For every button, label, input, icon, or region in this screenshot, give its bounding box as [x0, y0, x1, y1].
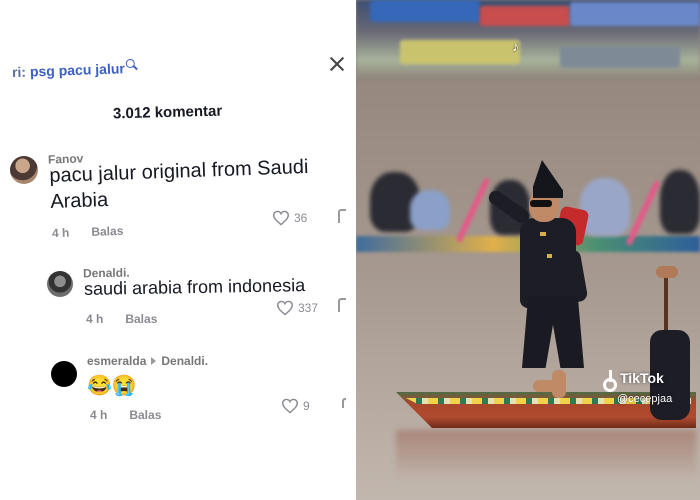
dancer-sunglasses: [530, 200, 552, 207]
dislike-icon[interactable]: [338, 298, 346, 312]
boat-reflection: [396, 430, 696, 480]
like-control[interactable]: 9: [281, 398, 310, 414]
comments-panel: ri: psg pacu jalur 3.012 komentar Fanov …: [0, 0, 356, 500]
heart-icon[interactable]: [272, 210, 290, 226]
like-count: 36: [294, 211, 308, 225]
comment-text: pacu jalur original from Saudi Arabia: [49, 154, 310, 215]
comment-text: saudi arabia from indonesia: [83, 275, 306, 299]
search-prefix: ri:: [11, 63, 27, 81]
rower: [580, 178, 630, 236]
avatar[interactable]: [10, 156, 38, 184]
reply-author[interactable]: esmeralda: [87, 354, 146, 368]
search-query-link[interactable]: psg pacu jalur: [30, 60, 125, 79]
boat-race-photo: ♪ TikTok @cecepjaa: [356, 0, 700, 500]
comment-meta: 4 h Balas: [86, 312, 157, 326]
costume-ornament: [540, 232, 546, 236]
like-count: 9: [303, 399, 310, 413]
rower-hand: [656, 266, 678, 278]
comment-time: 4 h: [86, 312, 104, 326]
spectators: [560, 46, 680, 68]
comment-meta: 4 h Balas: [90, 408, 161, 422]
costume-ornament: [547, 254, 552, 258]
comment-count: 3.012 komentar: [112, 102, 223, 123]
dislike-icon[interactable]: [342, 398, 346, 408]
comment-time: 4 h: [51, 225, 70, 241]
search-icon[interactable]: [125, 58, 135, 69]
reply-arrow-icon: [151, 357, 157, 365]
tiktok-logo-icon: ♪: [512, 38, 519, 54]
comment-username: esmeralda Denaldi.: [87, 354, 208, 368]
watermark-username: @cecepjaa: [617, 393, 673, 405]
reply-button[interactable]: Balas: [125, 312, 157, 326]
canopy: [570, 2, 700, 26]
like-control[interactable]: 36: [272, 210, 307, 226]
reply-button[interactable]: Balas: [129, 408, 161, 422]
tiktok-watermark: TikTok: [603, 370, 664, 392]
spectators: [400, 40, 520, 64]
canopy: [480, 6, 570, 26]
like-count: 337: [298, 301, 319, 315]
comment-text: 😂😭: [87, 375, 137, 397]
rower: [410, 190, 450, 230]
tiktok-logo-icon: [603, 370, 617, 392]
reply-button[interactable]: Balas: [91, 224, 124, 239]
avatar[interactable]: [51, 361, 77, 387]
canopy: [370, 0, 480, 22]
reply-target[interactable]: Denaldi.: [161, 354, 208, 368]
watermark-brand: TikTok: [620, 370, 664, 386]
related-search[interactable]: ri: psg pacu jalur: [11, 58, 135, 81]
rower: [660, 170, 700, 234]
avatar[interactable]: [47, 271, 73, 297]
like-control[interactable]: 337: [276, 300, 318, 316]
dancer-foot: [533, 380, 559, 392]
heart-icon[interactable]: [276, 300, 294, 316]
comment-time: 4 h: [90, 408, 108, 422]
dislike-icon[interactable]: [338, 209, 346, 223]
video-frame[interactable]: ♪ TikTok @cecepjaa: [356, 0, 700, 500]
heart-icon[interactable]: [281, 398, 299, 414]
comment-meta: 4 h Balas: [52, 224, 124, 240]
close-icon[interactable]: [327, 54, 347, 74]
